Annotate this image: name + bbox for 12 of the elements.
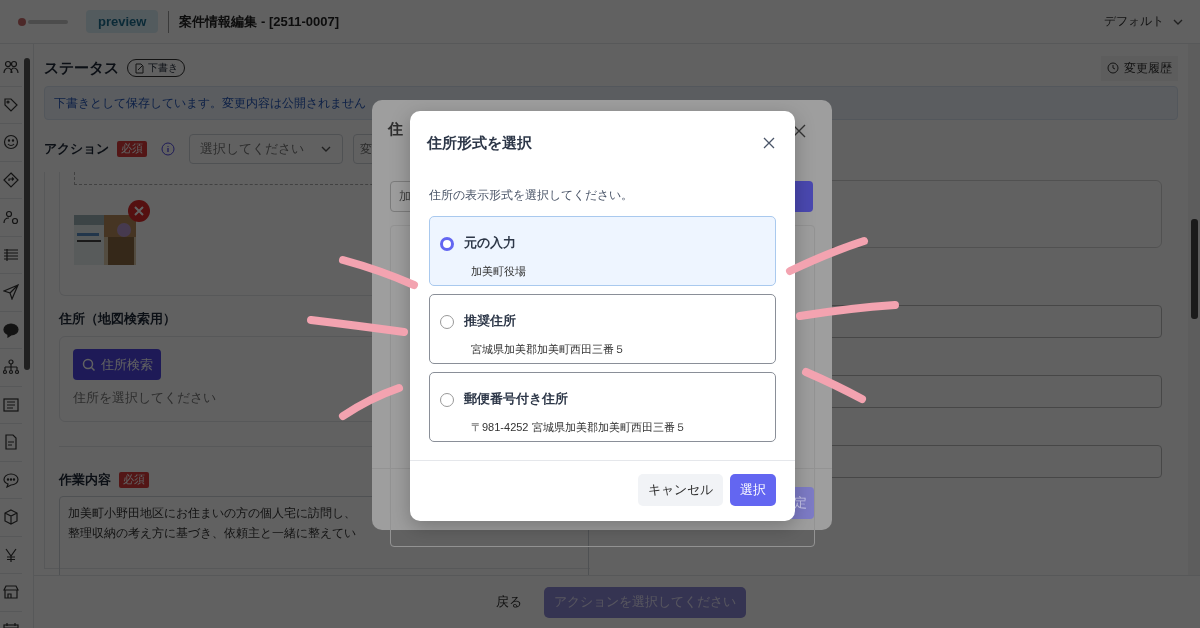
field-label: 作業内容 xyxy=(59,471,111,489)
page-title: 案件情報編集 - [2511-0007] xyxy=(179,12,340,31)
dialog-title: 住 xyxy=(388,120,403,139)
required-badge: 必須 xyxy=(117,141,147,157)
dialog-title: 住所形式を選択 xyxy=(427,133,532,153)
dialog-description: 住所の表示形式を選択してください。 xyxy=(429,187,633,204)
section-title: ステータス xyxy=(44,58,119,78)
required-badge: 必須 xyxy=(119,472,149,488)
status-chip: 下書き xyxy=(127,59,185,77)
preview-badge: preview xyxy=(86,10,159,33)
field-label: 住所（地図検索用） xyxy=(59,310,176,328)
field-label: アクション xyxy=(44,140,109,158)
